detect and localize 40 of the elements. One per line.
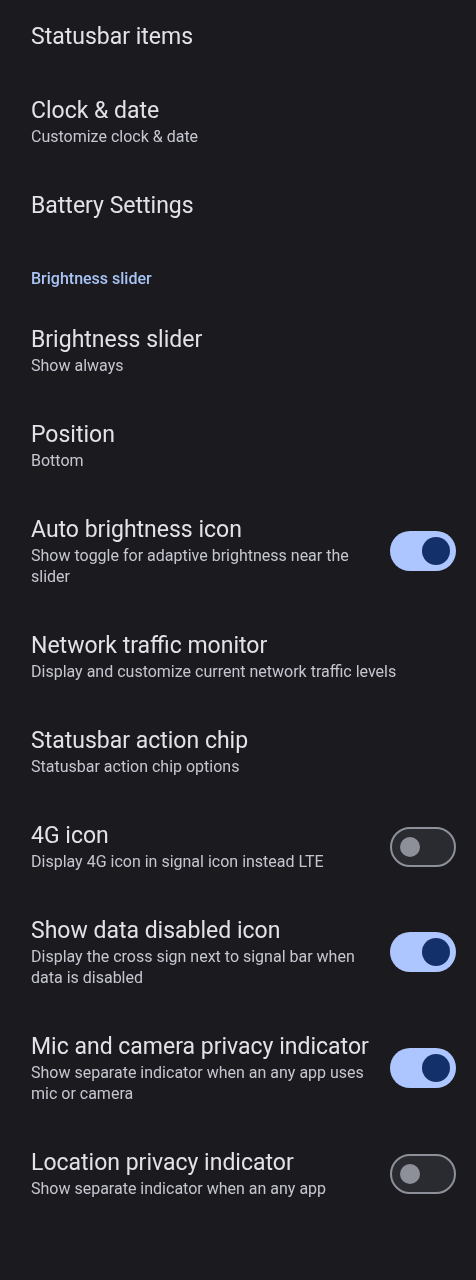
item-title: Statusbar items xyxy=(31,22,195,52)
section-header: Brightness slider xyxy=(31,269,152,288)
settings-item[interactable]: Battery Settings xyxy=(0,169,476,243)
settings-item[interactable]: Statusbar items xyxy=(0,0,476,74)
settings-item[interactable]: Auto brightness icon Show toggle for adaptive brightness near the slider xyxy=(0,493,476,609)
settings-item[interactable]: Brightness slider Show always xyxy=(0,303,476,398)
item-title: Mic and camera privacy indicator xyxy=(31,1032,370,1062)
item-title: Battery Settings xyxy=(31,191,195,221)
item-title: Position xyxy=(31,420,116,450)
toggle-switch[interactable] xyxy=(390,1153,456,1194)
item-summary: Show toggle for adaptive brightness near the slider xyxy=(31,545,350,587)
item-title: Location privacy indicator xyxy=(31,1148,295,1178)
settings-item[interactable]: Clock & date Customize clock & date xyxy=(0,74,476,169)
item-title: Brightness slider xyxy=(31,325,204,355)
item-summary: Display 4G icon in signal icon instead LTE xyxy=(31,851,325,872)
toggle-switch[interactable] xyxy=(390,826,456,867)
settings-item[interactable]: 4G icon Display 4G icon in signal icon instead LTE xyxy=(0,799,476,894)
item-summary: Show separate indicator when an any app uses mic or camera xyxy=(31,1062,365,1104)
item-title: Show data disabled icon xyxy=(31,916,282,946)
item-title: Network traffic monitor xyxy=(31,631,269,661)
item-summary: Show separate indicator when an any app xyxy=(31,1178,328,1199)
item-title: Clock & date xyxy=(31,96,161,126)
item-title: Auto brightness icon xyxy=(31,515,243,545)
item-title: 4G icon xyxy=(31,821,110,851)
toggle-switch[interactable] xyxy=(390,932,456,972)
settings-item[interactable]: Show data disabled icon Display the cross sign next to signal bar when data is disabled xyxy=(0,894,476,1010)
settings-item[interactable]: Statusbar action chip Statusbar action chip options xyxy=(0,704,476,799)
item-summary: Show always xyxy=(31,355,125,376)
toggle-switch[interactable] xyxy=(390,531,456,571)
item-summary: Statusbar action chip options xyxy=(31,756,241,777)
settings-item[interactable]: Position Bottom xyxy=(0,398,476,493)
settings-item[interactable]: Network traffic monitor Display and customize current network traffic levels xyxy=(0,609,476,704)
item-title: Statusbar action chip xyxy=(31,726,250,756)
settings-item[interactable]: Mic and camera privacy indicator Show separate indicator when an any app uses mic or camera xyxy=(0,1010,476,1126)
settings-item[interactable]: Location privacy indicator Show separate indicator when an any app xyxy=(0,1126,476,1221)
item-summary: Display and customize current network traffic levels xyxy=(31,661,398,682)
item-summary: Customize clock & date xyxy=(31,126,200,147)
item-summary: Bottom xyxy=(31,450,85,471)
item-summary: Display the cross sign next to signal bar when data is disabled xyxy=(31,946,356,988)
toggle-switch[interactable] xyxy=(390,1048,456,1088)
